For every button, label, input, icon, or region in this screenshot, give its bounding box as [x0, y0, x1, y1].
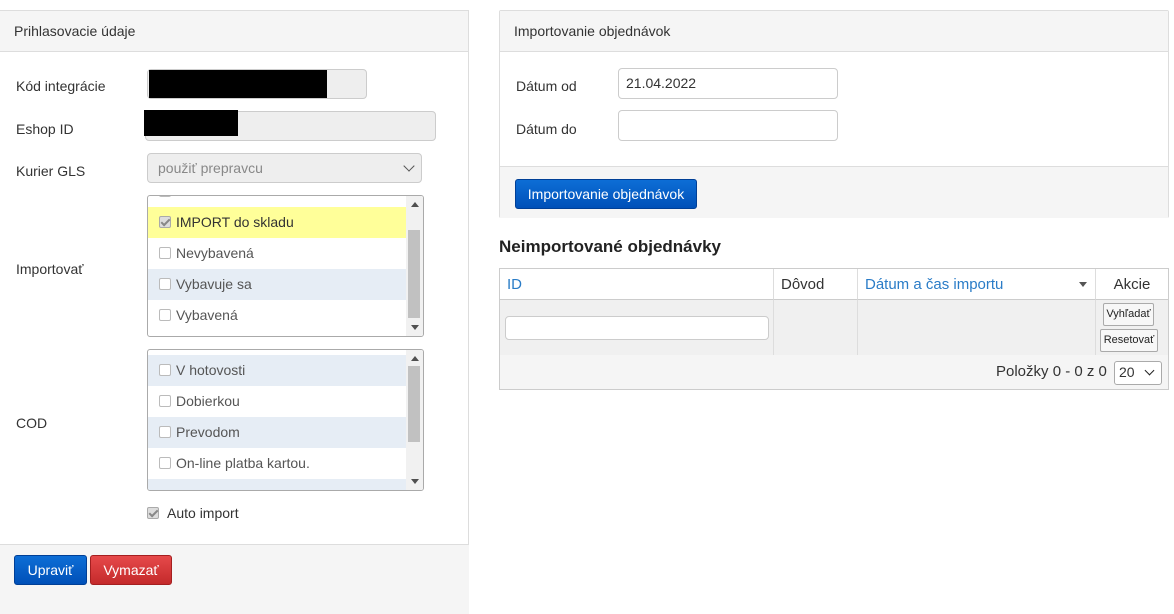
import-panel-title: Importovanie objednávok [500, 11, 1168, 52]
checkbox[interactable] [159, 278, 171, 290]
import-orders-button[interactable]: Importovanie objednávok [515, 179, 697, 209]
pager-text: Položky 0 - 0 z 0 [996, 363, 1107, 380]
column-header-actions: Akcie [1096, 269, 1168, 300]
cod-label: COD [16, 415, 48, 431]
list-item-cash[interactable]: V hotovosti [148, 355, 407, 386]
column-header-reason: Dôvod [774, 269, 858, 300]
scroll-up-icon[interactable] [411, 356, 419, 361]
column-header-datetime[interactable]: Dátum a čas importu [858, 269, 1096, 300]
credentials-panel: Prihlasovacie údaje Kód integrácie Eshop… [0, 10, 469, 614]
list-item-label: Prevodom [176, 424, 240, 440]
list-item-in-progress[interactable]: Vybavuje sa [148, 269, 407, 300]
integration-code-field[interactable] [147, 69, 367, 99]
checkbox[interactable] [159, 309, 171, 321]
import-orders-panel: Importovanie objednávok Dátum od 21.04.2… [499, 10, 1169, 218]
checkbox[interactable] [159, 395, 171, 407]
credentials-panel-title: Prihlasovacie údaje [0, 11, 468, 52]
filter-cell-datetime [858, 300, 1096, 355]
list-item-label: On-line platba kartou. [176, 455, 310, 471]
page-size-value: 20 [1119, 364, 1135, 380]
eshop-id-label: Eshop ID [16, 121, 74, 137]
checkbox [159, 196, 171, 197]
list-scrollbar[interactable] [406, 196, 423, 336]
search-button[interactable]: Vyhľadať [1103, 303, 1154, 326]
courier-select-value: použiť prepravcu [158, 160, 263, 176]
filter-cell-actions: Vyhľadať Resetovať [1096, 300, 1168, 355]
list-item-handled[interactable]: Vybavená [148, 300, 407, 331]
date-from-input[interactable]: 21.04.2022 [618, 68, 838, 99]
chevron-down-icon [1144, 365, 1155, 376]
list-item-unhandled[interactable]: Nevybavená [148, 238, 407, 269]
list-item-partial [148, 196, 407, 207]
list-item-card[interactable]: On-line platba kartou. [148, 448, 407, 479]
reset-button[interactable]: Resetovať [1100, 329, 1158, 352]
date-to-label: Dátum do [516, 121, 577, 137]
sort-desc-icon[interactable] [1079, 282, 1087, 287]
eshop-id-field[interactable] [144, 110, 436, 141]
courier-select[interactable]: použiť prepravcu [147, 153, 422, 183]
date-from-label: Dátum od [516, 78, 577, 94]
checkbox[interactable] [159, 457, 171, 469]
list-item-cod[interactable]: Dobierkou [148, 386, 407, 417]
filter-cell-id [500, 300, 774, 355]
import-status-list[interactable]: IMPORT do skladu Nevybavená Vybavuje sa … [147, 195, 424, 337]
import-panel-footer: Importovanie objednávok [500, 166, 1168, 218]
list-item-label: Vybavuje sa [176, 276, 252, 292]
redacted-value [149, 70, 327, 98]
checkbox[interactable] [159, 426, 171, 438]
date-to-input[interactable] [618, 110, 838, 141]
list-item-label: Dobierkou [176, 393, 240, 409]
checkbox[interactable] [159, 247, 171, 259]
list-item-label: IMPORT do skladu [176, 214, 294, 230]
auto-import-label: Auto import [167, 505, 239, 521]
id-filter-input[interactable] [505, 316, 769, 340]
page-size-select[interactable]: 20 [1114, 361, 1162, 385]
edit-button[interactable]: Upraviť [14, 555, 87, 585]
checkbox[interactable] [159, 216, 171, 228]
delete-button[interactable]: Vymazať [90, 555, 172, 585]
scroll-up-icon[interactable] [411, 202, 419, 207]
column-header-datetime-label: Dátum a čas importu [865, 276, 1004, 293]
scroll-thumb[interactable] [408, 366, 420, 442]
column-header-id[interactable]: ID [500, 269, 774, 300]
integration-code-label: Kód integrácie [16, 78, 106, 94]
chevron-down-icon [403, 160, 415, 172]
scroll-down-icon[interactable] [411, 325, 419, 330]
list-item-label: Vybavená [176, 307, 238, 323]
unimported-orders-table: ID Dôvod Dátum a čas importu Akcie Vyhľa… [499, 268, 1169, 390]
redacted-value [144, 110, 238, 136]
list-item-label: Nevybavená [176, 245, 254, 261]
filter-cell-reason [774, 300, 858, 355]
list-item-label: V hotovosti [176, 362, 246, 378]
list-item-import-to-stock[interactable]: IMPORT do skladu [148, 207, 407, 238]
import-label: Importovať [16, 261, 84, 277]
list-scrollbar[interactable] [406, 350, 423, 490]
scroll-down-icon[interactable] [411, 479, 419, 484]
credentials-footer: Upraviť Vymazať [0, 544, 469, 614]
list-item-transfer[interactable]: Prevodom [148, 417, 407, 448]
scroll-thumb[interactable] [408, 230, 420, 318]
list-item-partial [148, 479, 407, 490]
checkbox[interactable] [159, 364, 171, 376]
unimported-orders-title: Neimportované objednávky [499, 237, 722, 256]
courier-label: Kurier GLS [16, 163, 86, 179]
auto-import-checkbox[interactable] [147, 507, 159, 519]
cod-list[interactable]: V hotovosti Dobierkou Prevodom On-line p… [147, 349, 424, 491]
